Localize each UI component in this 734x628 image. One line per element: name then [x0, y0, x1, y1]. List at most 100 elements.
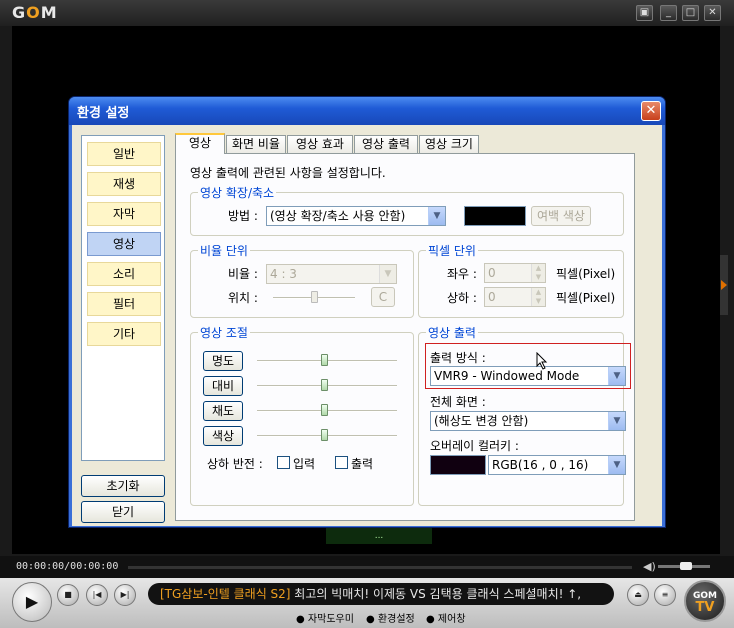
gom-logo: GOM: [12, 3, 58, 22]
tab-aspect-ratio[interactable]: 화면 비율: [226, 135, 286, 153]
hue-thumb[interactable]: [321, 429, 328, 441]
minimize-button[interactable]: _: [660, 5, 677, 21]
ticker-text: 최고의 빅매치! 이제동 VS 김택용 클래식 스페셜매치! ↑,: [290, 587, 582, 601]
spin-arrows-icon[interactable]: ▲ ▼: [531, 264, 545, 282]
chevron-down-icon: ▼: [608, 412, 625, 430]
tab-video-effects[interactable]: 영상 효과: [287, 135, 353, 153]
scale-group: 영상 확장/축소 방법 : (영상 확장/축소 사용 안함) ▼ 여백 색상: [190, 184, 624, 236]
seek-bar-area: 00:00:00/00:00:00 ◀): [0, 556, 734, 578]
close-button[interactable]: ✕: [704, 5, 721, 21]
video-settings-panel: 영상 출력에 관련된 사항을 설정합니다. 영상 확장/축소 방법 : (영상 …: [175, 153, 635, 521]
panel-description: 영상 출력에 관련된 사항을 설정합니다.: [190, 166, 386, 180]
horizontal-label: 좌우 :: [447, 267, 477, 281]
adjust-group-title: 영상 조절: [198, 324, 250, 341]
ratio-select[interactable]: 4 : 3 ▼: [266, 264, 397, 284]
horizontal-unit: 픽셀(Pixel): [556, 267, 616, 281]
output-group: 영상 출력 출력 방식 : VMR9 - Windowed Mode ▼ 전체 화…: [418, 324, 631, 506]
play-button[interactable]: ▶: [12, 582, 52, 622]
playlist-toggle[interactable]: [720, 255, 728, 315]
flip-label: 상하 반전 :: [207, 457, 263, 471]
gomtv-button[interactable]: GOM TV: [684, 580, 726, 622]
center-button[interactable]: C: [371, 287, 395, 307]
output-group-title: 영상 출력: [426, 324, 478, 341]
contrast-button[interactable]: 대비: [203, 376, 243, 396]
saturation-thumb[interactable]: [321, 404, 328, 416]
player-titlebar[interactable]: GOM ▣ _ □ ✕: [0, 0, 734, 26]
scale-group-title: 영상 확장/축소: [198, 184, 277, 201]
video-subtitle-fragment: ...: [326, 528, 432, 544]
position-label: 위치 :: [228, 291, 258, 305]
control-window-link[interactable]: ● 제어창: [426, 610, 466, 625]
vertical-label: 상하 :: [447, 291, 477, 305]
dialog-titlebar[interactable]: 환경 설정 ✕: [69, 97, 665, 125]
fullscreen-select[interactable]: (해상도 변경 안함) ▼: [430, 411, 626, 431]
circle-icon: ●: [366, 614, 375, 625]
circle-icon: ●: [296, 614, 305, 625]
nav-item-filter[interactable]: 필터: [87, 292, 161, 316]
ratio-group-title: 비율 단위: [198, 242, 250, 259]
vertical-pixel-input[interactable]: 0 ▲ ▼: [484, 287, 546, 307]
contrast-thumb[interactable]: [321, 379, 328, 391]
preferences-link[interactable]: ● 환경설정: [366, 610, 415, 625]
speaker-icon[interactable]: ◀): [643, 560, 656, 573]
flip-output-label: 출력: [351, 457, 374, 471]
dialog-body: 일반 재생 자막 영상 소리 필터 기타 초기화 닫기 영상 화면 비율 영상 …: [72, 125, 662, 526]
stop-button[interactable]: ■: [57, 584, 79, 606]
chevron-down-icon: ▼: [428, 207, 445, 225]
volume-slider[interactable]: [658, 562, 710, 570]
tab-video[interactable]: 영상: [175, 133, 225, 154]
overlay-colorkey-select[interactable]: RGB(16 , 0 , 16) ▼: [488, 455, 626, 475]
subtitle-helper-link[interactable]: ● 자막도우미: [296, 610, 354, 625]
position-slider-thumb[interactable]: [311, 291, 318, 303]
overlay-colorkey-label: 오버레이 컬러키 :: [430, 439, 519, 453]
reset-button[interactable]: 초기화: [81, 475, 165, 497]
margin-color-swatch[interactable]: [464, 206, 526, 226]
hue-button[interactable]: 색상: [203, 426, 243, 446]
nav-item-playback[interactable]: 재생: [87, 172, 161, 196]
skin-button[interactable]: ▣: [636, 5, 653, 21]
maximize-button[interactable]: □: [682, 5, 699, 21]
circle-icon: ●: [426, 614, 435, 625]
pixel-group: 픽셀 단위 좌우 : 0 ▲ ▼ 픽셀(Pixel) 상하 : 0 ▲ ▼ 픽셀(Pix…: [418, 242, 624, 318]
scale-method-select[interactable]: (영상 확장/축소 사용 안함) ▼: [266, 206, 446, 226]
overlay-color-swatch[interactable]: [430, 455, 486, 475]
category-list: 일반 재생 자막 영상 소리 필터 기타: [81, 135, 165, 461]
nav-item-general[interactable]: 일반: [87, 142, 161, 166]
vertical-unit: 픽셀(Pixel): [556, 291, 616, 305]
nav-item-video[interactable]: 영상: [87, 232, 161, 256]
flip-input-checkbox[interactable]: [277, 456, 290, 469]
nav-item-subtitle[interactable]: 자막: [87, 202, 161, 226]
nav-item-audio[interactable]: 소리: [87, 262, 161, 286]
horizontal-pixel-input[interactable]: 0 ▲ ▼: [484, 263, 546, 283]
adjust-group: 영상 조절 명도 대비 채도 색상 상하 반전 : 입력 출력: [190, 324, 414, 506]
next-button[interactable]: ▶|: [114, 584, 136, 606]
margin-color-button[interactable]: 여백 색상: [531, 206, 591, 226]
time-display: 00:00:00/00:00:00: [16, 561, 119, 572]
output-method-select[interactable]: VMR9 - Windowed Mode ▼: [430, 366, 626, 386]
saturation-button[interactable]: 채도: [203, 401, 243, 421]
scale-method-label: 방법 :: [228, 209, 258, 223]
brightness-thumb[interactable]: [321, 354, 328, 366]
output-method-label: 출력 방식 :: [430, 351, 486, 365]
menu-button[interactable]: ≡: [654, 584, 676, 606]
brightness-button[interactable]: 명도: [203, 351, 243, 371]
fullscreen-label: 전체 화면 :: [430, 395, 486, 409]
chevron-down-icon: ▼: [608, 456, 625, 474]
ratio-group: 비율 단위 비율 : 4 : 3 ▼ 위치 : C: [190, 242, 414, 318]
previous-button[interactable]: |◀: [86, 584, 108, 606]
ratio-label: 비율 :: [228, 267, 258, 281]
tab-video-size[interactable]: 영상 크기: [419, 135, 479, 153]
volume-thumb[interactable]: [680, 562, 692, 570]
seek-slider[interactable]: [128, 566, 632, 569]
ticker-tag: [TG삼보-인텔 클래식 S2]: [160, 587, 291, 601]
chevron-right-icon: [721, 280, 727, 290]
dialog-title: 환경 설정: [77, 106, 130, 121]
close-dialog-button[interactable]: 닫기: [81, 501, 165, 523]
tab-video-output[interactable]: 영상 출력: [354, 135, 418, 153]
spin-arrows-icon[interactable]: ▲ ▼: [531, 288, 545, 306]
news-ticker[interactable]: [TG삼보-인텔 클래식 S2] 최고의 빅매치! 이제동 VS 김택용 클래식…: [148, 583, 614, 605]
nav-item-other[interactable]: 기타: [87, 322, 161, 346]
flip-output-checkbox[interactable]: [335, 456, 348, 469]
dialog-close-button[interactable]: ✕: [641, 101, 661, 121]
eject-button[interactable]: ⏏: [627, 584, 649, 606]
